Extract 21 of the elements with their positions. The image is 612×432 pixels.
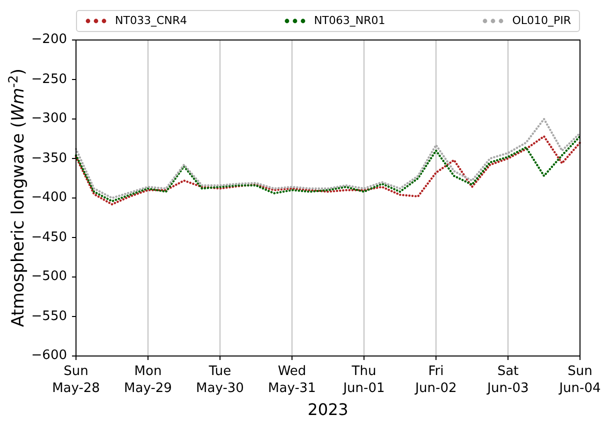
y-tick-label: −500 [31,269,67,285]
y-tick-label: −200 [31,32,67,48]
x-tick-label: Sun Jun-04 [559,364,601,396]
legend-label: NT063_NR01 [314,12,386,29]
legend-label: NT033_CNR4 [115,12,187,29]
y-tick-label: −350 [31,150,67,166]
y-tick-label: −400 [31,190,67,206]
x-tick-label: Mon May-29 [124,364,172,396]
y-tick-label: −550 [31,308,67,324]
x-tick-label: Sun May-28 [52,364,100,396]
x-tick-label: Wed May-31 [268,364,316,396]
y-tick-label: −250 [31,72,67,88]
y-tick-label: −450 [31,230,67,246]
x-tick-label: Sat Jun-03 [487,364,529,396]
y-tick-label: −600 [31,348,67,364]
y-tick-label: −300 [31,111,67,127]
x-tick-label: Tue May-30 [196,364,244,396]
x-tick-label: Thu Jun-01 [343,364,385,396]
x-axis-label: 2023 [308,399,348,421]
legend-label: OL010_PIR [512,12,571,29]
x-tick-label: Fri Jun-02 [415,364,457,396]
